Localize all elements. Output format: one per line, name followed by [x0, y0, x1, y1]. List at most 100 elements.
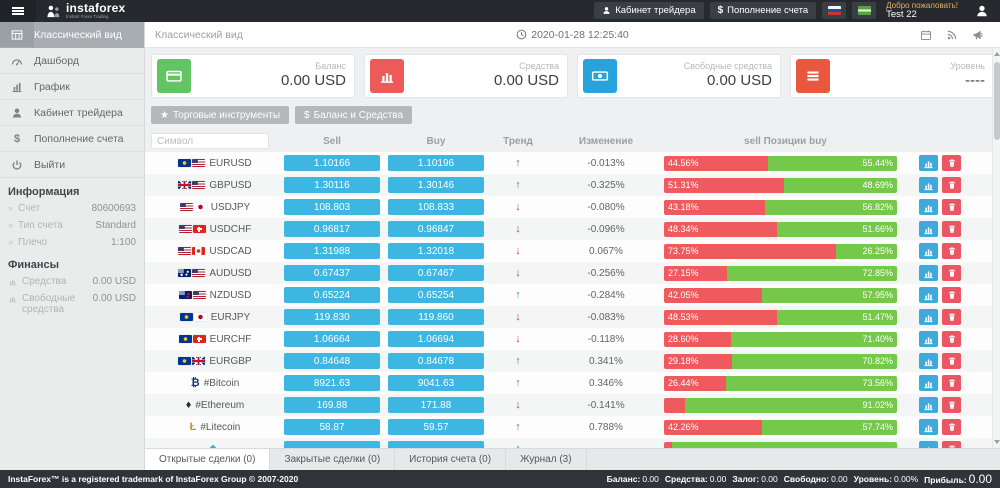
open-chart-button[interactable] [919, 243, 938, 259]
bottom-tab[interactable]: История счета (0) [395, 449, 506, 470]
language-russian-flag-icon[interactable] [822, 2, 846, 19]
buy-price-button[interactable]: 0.65254 [388, 287, 484, 303]
open-chart-button[interactable] [919, 441, 938, 448]
vertical-scrollbar[interactable] [992, 48, 1000, 448]
buy-price-button[interactable]: 1.30146 [388, 177, 484, 193]
delete-symbol-button[interactable] [942, 243, 961, 259]
delete-symbol-button[interactable] [942, 309, 961, 325]
delete-symbol-button[interactable] [942, 441, 961, 448]
symbol-filter-input[interactable] [151, 133, 269, 149]
trading-instruments-button[interactable]: ★ Торговые инструменты [151, 106, 289, 124]
open-chart-button[interactable] [919, 397, 938, 413]
open-chart-button[interactable] [919, 331, 938, 347]
sell-price-button[interactable]: 0.96817 [284, 221, 380, 237]
buy-price-button[interactable]: 9041.63 [388, 375, 484, 391]
buy-price-button[interactable]: 108.833 [388, 199, 484, 215]
avatar-icon[interactable] [972, 1, 992, 21]
buy-price-button[interactable]: 171.88 [388, 397, 484, 413]
sell-price-button[interactable]: 0.65224 [284, 287, 380, 303]
open-chart-button[interactable] [919, 221, 938, 237]
symbol-cell[interactable]: NZDUSD [150, 290, 280, 301]
symbol-cell[interactable]: EURUSD [150, 158, 280, 169]
buy-price-button[interactable] [388, 441, 484, 448]
change-value: -0.080% [548, 202, 664, 213]
delete-symbol-button[interactable] [942, 265, 961, 281]
open-chart-button[interactable] [919, 309, 938, 325]
megaphone-icon[interactable] [972, 29, 984, 41]
deposit-button[interactable]: $ Пополнение счета [710, 2, 817, 19]
symbol-cell[interactable]: ♦ #Ethereum [150, 400, 280, 411]
open-chart-button[interactable] [919, 199, 938, 215]
sidebar-item-classic-view[interactable]: Классический вид [0, 22, 144, 48]
logo[interactable]: instaforex Instant Forex Trading [46, 2, 125, 20]
sell-price-button[interactable]: 58.87 [284, 419, 380, 435]
sell-price-button[interactable]: 108.803 [284, 199, 380, 215]
symbol-cell[interactable]: USDJPY [150, 202, 280, 213]
sell-price-button[interactable]: 1.06664 [284, 331, 380, 347]
sidebar-item-trader-cabinet[interactable]: Кабинет трейдера [0, 100, 144, 126]
buy-price-button[interactable]: 0.84678 [388, 353, 484, 369]
delete-symbol-button[interactable] [942, 375, 961, 391]
trader-cabinet-button[interactable]: Кабинет трейдера [594, 2, 703, 19]
symbol-cell[interactable]: USDCHF [150, 224, 280, 235]
sell-price-button[interactable]: 0.84648 [284, 353, 380, 369]
calendar-icon[interactable] [920, 29, 932, 41]
bottom-tab[interactable]: Открытые сделки (0) [145, 449, 270, 470]
scroll-down-arrow-icon[interactable] [994, 440, 1000, 444]
crypto-eth-icon: ♦ [186, 400, 192, 411]
buy-price-button[interactable]: 0.67467 [388, 265, 484, 281]
language-green-flag-icon[interactable] [852, 2, 876, 19]
symbol-cell[interactable]: EURCHF [150, 334, 280, 345]
open-chart-button[interactable] [919, 353, 938, 369]
open-chart-button[interactable] [919, 419, 938, 435]
sell-price-button[interactable]: 119.830 [284, 309, 380, 325]
open-chart-button[interactable] [919, 287, 938, 303]
bottom-tab[interactable]: Журнал (3) [506, 449, 587, 470]
sell-price-button[interactable] [284, 441, 380, 448]
symbol-cell[interactable]: EURJPY [150, 312, 280, 323]
sell-price-button[interactable]: 1.30116 [284, 177, 380, 193]
sidebar-item-logout[interactable]: Выйти [0, 152, 144, 178]
buy-price-button[interactable]: 1.06694 [388, 331, 484, 347]
sell-price-button[interactable]: 169.88 [284, 397, 380, 413]
sell-price-button[interactable]: 1.10166 [284, 155, 380, 171]
rss-icon[interactable] [946, 29, 958, 41]
flag-eu-icon [178, 159, 191, 167]
scrollbar-thumb[interactable] [994, 62, 1000, 140]
buy-price-button[interactable]: 1.32018 [388, 243, 484, 259]
open-chart-button[interactable] [919, 177, 938, 193]
buy-price-button[interactable]: 0.96847 [388, 221, 484, 237]
buy-price-button[interactable]: 59.57 [388, 419, 484, 435]
symbol-cell[interactable]: AUDUSD [150, 268, 280, 279]
buy-price-button[interactable]: 1.10196 [388, 155, 484, 171]
sidebar-item-dashboard[interactable]: Дашборд [0, 48, 144, 74]
symbol-cell[interactable]: EURGBP [150, 356, 280, 367]
delete-symbol-button[interactable] [942, 419, 961, 435]
bottom-tab[interactable]: Закрытые сделки (0) [270, 449, 395, 470]
open-chart-button[interactable] [919, 375, 938, 391]
delete-symbol-button[interactable] [942, 397, 961, 413]
star-icon: ★ [160, 110, 169, 121]
open-chart-button[interactable] [919, 265, 938, 281]
symbol-cell[interactable]: GBPUSD [150, 180, 280, 191]
sidebar-item-chart[interactable]: График [0, 74, 144, 100]
hamburger-menu-icon[interactable] [0, 0, 36, 22]
balance-funds-button[interactable]: $ Баланс и Средства [295, 106, 412, 124]
sidebar-item-deposit[interactable]: $ Пополнение счета [0, 126, 144, 152]
symbol-cell[interactable]: Ł #Litecoin [150, 422, 280, 433]
buy-price-button[interactable]: 119.860 [388, 309, 484, 325]
delete-symbol-button[interactable] [942, 177, 961, 193]
delete-symbol-button[interactable] [942, 199, 961, 215]
sell-price-button[interactable]: 1.31988 [284, 243, 380, 259]
symbol-cell[interactable]: ₿ #Bitcoin [150, 378, 280, 389]
sell-price-button[interactable]: 0.67437 [284, 265, 380, 281]
open-chart-button[interactable] [919, 155, 938, 171]
sell-price-button[interactable]: 8921.63 [284, 375, 380, 391]
delete-symbol-button[interactable] [942, 221, 961, 237]
delete-symbol-button[interactable] [942, 155, 961, 171]
symbol-cell[interactable]: USDCAD [150, 246, 280, 257]
delete-symbol-button[interactable] [942, 353, 961, 369]
scroll-up-arrow-icon[interactable] [994, 52, 1000, 56]
delete-symbol-button[interactable] [942, 331, 961, 347]
delete-symbol-button[interactable] [942, 287, 961, 303]
